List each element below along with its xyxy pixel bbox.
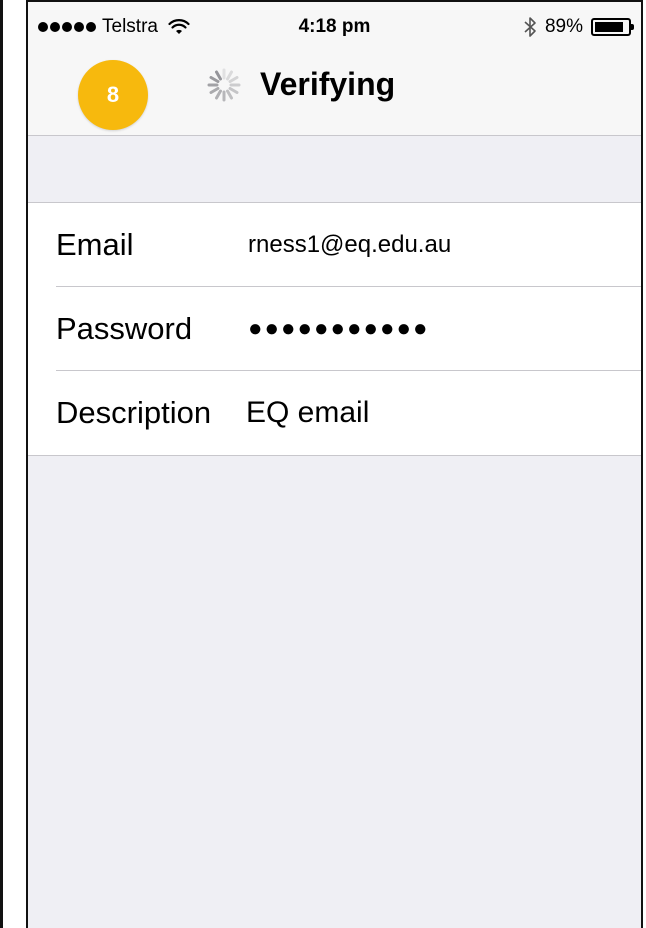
page-title: Verifying: [260, 66, 396, 102]
battery-percent: 89%: [544, 16, 583, 37]
spinner-spoke: [209, 86, 220, 94]
description-label: Description: [56, 395, 212, 430]
email-row[interactable]: Email rness1@eq.edu.au: [28, 203, 641, 287]
spinner-spoke: [228, 86, 239, 94]
password-label: Password: [56, 311, 193, 346]
status-bar: Telstra 4:18 pm 89%: [28, 2, 641, 46]
phone-screen: Telstra 4:18 pm 89% 8 Verifying Email rn…: [26, 0, 643, 928]
activity-spinner-icon: [207, 68, 241, 101]
navigation-bar: 8 Verifying: [28, 46, 641, 136]
outer-left-border: [0, 0, 3, 928]
battery-icon: [591, 18, 634, 36]
password-row[interactable]: Password ●●●●●●●●●●●: [28, 287, 641, 371]
spinner-spoke: [226, 89, 233, 99]
email-label: Email: [56, 227, 134, 262]
spinner-spoke: [209, 75, 220, 83]
description-row[interactable]: Description EQ email: [28, 371, 641, 455]
battery-fill: [595, 22, 623, 32]
spinner-spoke: [215, 70, 222, 80]
account-form: Email rness1@eq.edu.au Password ●●●●●●●●…: [28, 202, 641, 456]
email-field[interactable]: rness1@eq.edu.au: [248, 231, 451, 259]
nav-title-group: Verifying: [206, 66, 395, 103]
spinner-spoke: [215, 89, 222, 99]
spinner-spoke: [226, 70, 233, 80]
password-field[interactable]: ●●●●●●●●●●●: [248, 315, 429, 343]
step-badge: 8: [78, 60, 148, 130]
description-field[interactable]: EQ email: [246, 396, 369, 430]
status-right: 89%: [523, 16, 634, 38]
spinner-spoke: [228, 75, 239, 83]
bluetooth-icon: [524, 17, 536, 37]
